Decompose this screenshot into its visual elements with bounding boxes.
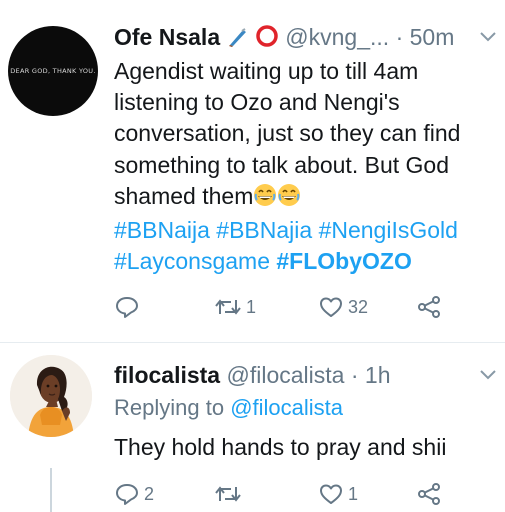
separator-dot: · bbox=[395, 24, 404, 50]
tweet-text: Agendist waiting up to till 4am listenin… bbox=[114, 56, 460, 277]
timestamp[interactable]: 50m bbox=[410, 24, 455, 50]
tweet-text-line-last: shamed them bbox=[114, 181, 460, 215]
share-button[interactable] bbox=[416, 292, 442, 322]
like-button[interactable]: 1 bbox=[318, 479, 358, 509]
retweet-button[interactable]: 1 bbox=[214, 292, 256, 322]
tweet-header: filocalista @filocalista · 1h bbox=[114, 360, 391, 390]
tweet-actions: 1 32 bbox=[114, 292, 474, 322]
red-circle-emoji-icon bbox=[255, 24, 279, 55]
heart-icon bbox=[320, 297, 342, 317]
heart-icon bbox=[320, 484, 342, 504]
thread-line bbox=[50, 468, 52, 512]
tweet-text-line: They hold hands to pray and shii bbox=[114, 434, 447, 460]
tweet-text-line: shamed them bbox=[114, 182, 254, 209]
retweet-button[interactable] bbox=[214, 479, 246, 509]
replying-to-handle[interactable]: @filocalista bbox=[230, 395, 343, 420]
avatar[interactable] bbox=[10, 355, 92, 437]
share-icon bbox=[418, 483, 440, 505]
like-count: 32 bbox=[348, 296, 369, 317]
share-button[interactable] bbox=[416, 479, 442, 509]
grinning-emoji-icon bbox=[253, 183, 277, 215]
like-count: 1 bbox=[348, 483, 359, 504]
retweet-count: 1 bbox=[246, 296, 257, 317]
hashtag-line: #BBNaija #BBNajia #NengiIsGold bbox=[114, 215, 460, 246]
avatar-text: DEAR GOD, THANK YOU. bbox=[10, 67, 96, 75]
hashtag-link[interactable]: #NengiIsGold bbox=[319, 217, 458, 243]
handle[interactable]: @kvng_... bbox=[285, 24, 389, 50]
tweet-1[interactable]: DEAR GOD, THANK YOU. Ofe Nsala @kvng_...… bbox=[0, 0, 505, 342]
retweet-icon bbox=[215, 486, 241, 502]
display-name[interactable]: Ofe Nsala bbox=[114, 24, 220, 50]
hashtag-link[interactable]: #FLObyOZO bbox=[276, 248, 411, 274]
reply-button[interactable] bbox=[114, 292, 144, 322]
tweet-header: Ofe Nsala @kvng_... · 50m bbox=[114, 22, 454, 55]
reply-icon bbox=[116, 297, 138, 318]
handle[interactable]: @filocalista bbox=[227, 362, 345, 388]
grinning-emoji-icon bbox=[277, 183, 301, 215]
separator-dot: · bbox=[350, 362, 359, 388]
tweet-text-line: listening to Ozo and Nengi's bbox=[114, 89, 400, 116]
hashtag-line: #Layconsgame #FLObyOZO bbox=[114, 246, 460, 277]
hashtag-link[interactable]: #BBNajia bbox=[216, 217, 312, 243]
avatar-illustration-icon bbox=[10, 355, 92, 437]
timestamp[interactable]: 1h bbox=[365, 362, 391, 388]
chevron-down-icon[interactable] bbox=[478, 368, 498, 382]
display-name[interactable]: filocalista bbox=[114, 362, 220, 388]
reply-button[interactable]: 2 bbox=[114, 479, 154, 509]
tweet-text-line: Agendist waiting up to till 4am bbox=[114, 58, 419, 84]
replying-to: Replying to @filocalista bbox=[114, 393, 343, 423]
like-button[interactable]: 32 bbox=[318, 292, 368, 322]
tweet-actions: 2 1 bbox=[114, 479, 474, 509]
hashtag-link[interactable]: #Layconsgame bbox=[114, 248, 270, 274]
tweet-text-line: conversation, just so they can find bbox=[114, 120, 461, 147]
reply-count: 2 bbox=[144, 483, 155, 504]
tweet-text-line: something to talk about. But God bbox=[114, 151, 449, 178]
retweet-icon bbox=[215, 299, 241, 315]
avatar[interactable]: DEAR GOD, THANK YOU. bbox=[8, 26, 98, 116]
tweet-text: They hold hands to pray and shii bbox=[114, 432, 446, 463]
chevron-down-icon[interactable] bbox=[478, 30, 498, 44]
reply-icon bbox=[116, 484, 138, 505]
share-icon bbox=[418, 296, 440, 318]
knife-emoji-icon bbox=[227, 25, 249, 55]
replying-to-label: Replying to bbox=[114, 395, 225, 420]
hashtag-link[interactable]: #BBNaija bbox=[114, 217, 210, 243]
